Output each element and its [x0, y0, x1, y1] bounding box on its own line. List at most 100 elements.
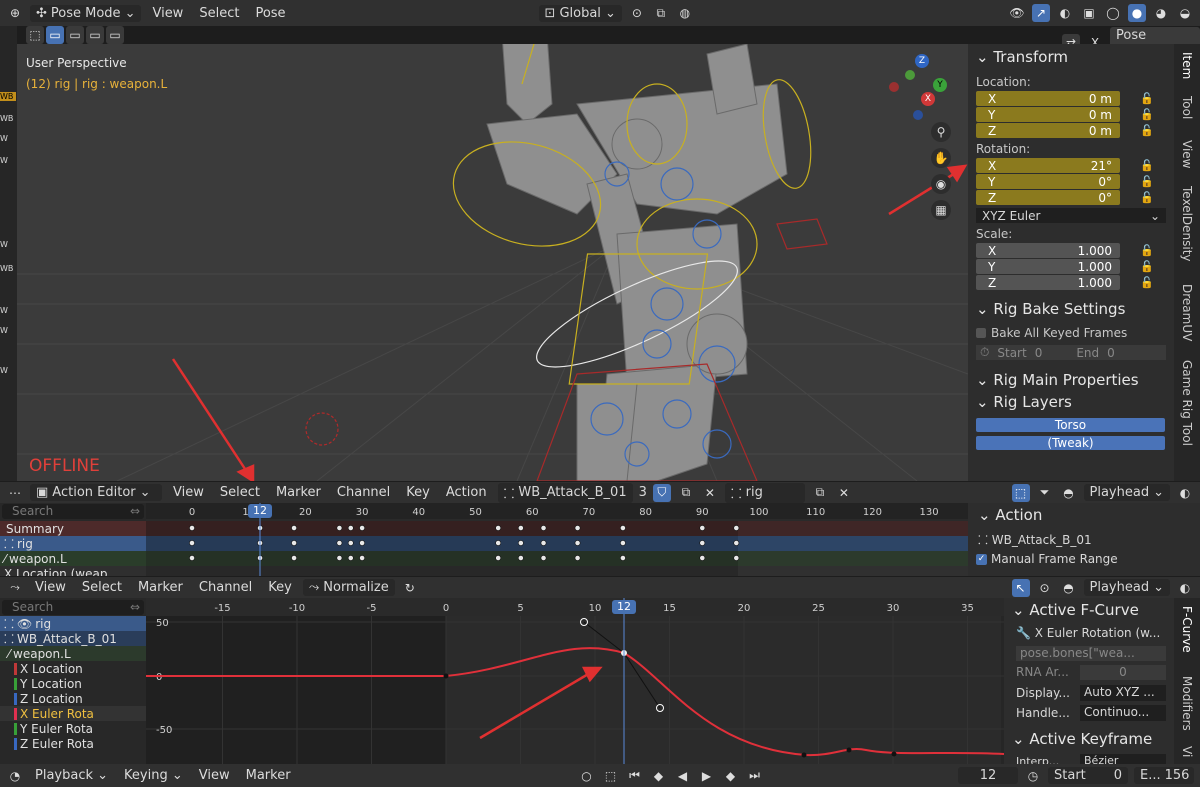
pivot-icon[interactable]: ⊙ [628, 4, 646, 22]
action-panel-title[interactable]: ⌄ Action [978, 506, 1042, 524]
graph-channel-rig[interactable]: ⸬ 👁 rig [0, 616, 146, 631]
playhead-dropdown[interactable]: Playhead ⌄ [1083, 579, 1170, 596]
handle-smoothing-dropdown[interactable]: Continuo... [1080, 705, 1166, 721]
orientation-dropdown[interactable]: ⊡ Global ⌄ [538, 4, 622, 22]
graph-area[interactable]: -15 -10 -5 0 5 10 15 20 25 30 35 50 0 -50 12 [146, 598, 1004, 764]
tab-view[interactable]: View [1180, 140, 1194, 168]
rotation-y-field[interactable]: Y 0° [976, 174, 1120, 189]
keyframe-diamond[interactable] [540, 555, 547, 561]
camera-icon[interactable]: ◉ [931, 174, 951, 194]
snap-mode-icon[interactable]: ◓ [1060, 484, 1078, 502]
gizmo-x-neg[interactable] [889, 82, 899, 92]
current-frame-field[interactable]: 12 [958, 767, 1018, 784]
jump-end-icon[interactable]: ⏭ [746, 767, 764, 785]
lock-icon[interactable]: 🔓 [1140, 175, 1154, 188]
shading-solid-icon[interactable]: ● [1128, 4, 1146, 22]
keyframe-diamond[interactable] [347, 540, 354, 546]
shading-render-icon[interactable]: ◒ [1176, 4, 1194, 22]
keyframe-point[interactable] [846, 747, 852, 753]
editor-type-icon[interactable]: ⋯ [6, 484, 24, 502]
keyframe-point[interactable] [801, 752, 807, 758]
menu-select[interactable]: Select [194, 6, 244, 21]
mode-dropdown[interactable]: ✣ Pose Mode ⌄ [30, 4, 142, 22]
navigation-gizmo[interactable]: Z Y X [889, 54, 951, 124]
rotation-x-field[interactable]: X 21° [976, 158, 1120, 173]
channel-summary[interactable]: Summary [0, 521, 146, 536]
select-new-icon[interactable]: ▭ [46, 26, 64, 44]
location-y-field[interactable]: Y0 m [976, 107, 1120, 122]
menu-view[interactable]: View [147, 6, 188, 21]
keyframe-diamond[interactable] [733, 540, 740, 546]
menu-key[interactable]: Key [263, 580, 297, 595]
keyframe-diamond[interactable] [620, 555, 626, 561]
lock-icon[interactable]: 🔓 [1140, 260, 1154, 273]
scale-x-field[interactable]: X 1.000 [976, 243, 1120, 258]
transform-panel-title[interactable]: ⌄ Transform [976, 48, 1068, 66]
keyframe-diamond[interactable] [517, 555, 524, 561]
keyframe-diamond[interactable] [336, 555, 343, 561]
tab-texel-density[interactable]: TexelDensity [1180, 186, 1194, 262]
active-keyframe-title[interactable]: ⌄ Active Keyframe [1012, 730, 1152, 748]
graph-channel-y-location[interactable]: Y Location [0, 676, 146, 691]
lock-icon[interactable]: 🔓 [1140, 108, 1154, 121]
keyframe-diamond[interactable] [189, 540, 195, 546]
gizmo-icon[interactable]: ↗ [1032, 4, 1050, 22]
graph-channel-x-location[interactable]: X Location [0, 661, 146, 676]
active-fcurve-title[interactable]: ⌄ Active F-Curve [1012, 601, 1139, 619]
bake-start-value[interactable]: 0 [1035, 346, 1043, 360]
proportional-icon[interactable]: ◐ [1176, 579, 1194, 597]
bake-end-value[interactable]: 0 [1107, 346, 1115, 360]
location-x-field[interactable]: X0 m [976, 91, 1120, 106]
bake-all-checkbox[interactable]: Bake All Keyed Frames [976, 326, 1127, 340]
layer-tweak-button[interactable]: (Tweak) [976, 436, 1165, 450]
keyframe-diamond[interactable] [540, 540, 547, 546]
3d-viewport[interactable]: User Perspective (12) rig | rig : weapon… [17, 44, 968, 481]
visibility-icon[interactable]: 👁 [1008, 4, 1026, 22]
gizmo-z-neg[interactable] [913, 110, 923, 120]
lock-icon[interactable]: 🔓 [1140, 92, 1154, 105]
tab-game-rig-tool[interactable]: Game Rig Tool [1180, 360, 1194, 446]
overlay-icon[interactable]: ◐ [1056, 4, 1074, 22]
end-frame-field[interactable]: E... 156 [1134, 767, 1194, 784]
menu-view[interactable]: View [30, 580, 71, 595]
record-icon[interactable]: ○ [578, 767, 596, 785]
timeline-editor-icon[interactable]: ◔ [6, 767, 24, 785]
graph-channel-z-euler[interactable]: Z Euler Rota [0, 736, 146, 751]
keyframe-diamond[interactable] [699, 555, 706, 561]
select-extend-icon[interactable]: ▭ [66, 26, 84, 44]
editor-type-icon[interactable]: ⊕ [6, 4, 24, 22]
play-reverse-icon[interactable]: ◀ [674, 767, 692, 785]
menu-view[interactable]: View [168, 485, 209, 500]
tab-item[interactable]: Item [1180, 52, 1194, 79]
graph-current-frame-badge[interactable]: 12 [612, 600, 636, 614]
menu-marker[interactable]: Marker [241, 768, 296, 783]
keyframe-diamond[interactable] [517, 540, 524, 546]
keyframe-diamond[interactable] [336, 540, 343, 546]
grid-ortho-icon[interactable]: ▦ [931, 200, 951, 220]
menu-select[interactable]: Select [215, 485, 265, 500]
gizmo-y-neg[interactable] [905, 70, 915, 80]
keyframe-diamond[interactable] [359, 540, 365, 546]
jump-start-icon[interactable]: ⏮ [626, 767, 644, 785]
location-z-field[interactable]: Z0 m [976, 123, 1120, 138]
menu-action[interactable]: Action [441, 485, 492, 500]
keyframe-diamond[interactable] [517, 525, 524, 531]
keyframe-diamond[interactable] [733, 525, 740, 531]
keyframe-diamond[interactable] [540, 525, 547, 531]
graph-channel-y-euler[interactable]: Y Euler Rota [0, 721, 146, 736]
action-search-input[interactable]: Search ⇔ [2, 504, 144, 519]
normalize-toggle[interactable]: ⤳ Normalize [302, 579, 395, 596]
keyframe-diamond[interactable] [574, 525, 581, 531]
next-keyframe-icon[interactable]: ◆ [722, 767, 740, 785]
proportional-icon[interactable]: ◐ [1176, 484, 1194, 502]
display-color-dropdown[interactable]: Auto XYZ ... [1080, 685, 1166, 701]
hand-pan-icon[interactable]: ✋ [931, 148, 951, 168]
fake-user-shield-icon[interactable]: ⛉ [652, 483, 671, 502]
tab-view[interactable]: Vi [1180, 746, 1194, 757]
object-selector[interactable]: ⸬ rig [724, 482, 805, 503]
lock-icon[interactable]: 🔓 [1140, 191, 1154, 204]
keyframe-diamond[interactable] [336, 525, 343, 531]
lock-icon[interactable]: 🔓 [1140, 276, 1154, 289]
interpolation-dropdown[interactable]: Bézier [1080, 754, 1166, 764]
snap-icon[interactable]: ⧉ [652, 4, 670, 22]
